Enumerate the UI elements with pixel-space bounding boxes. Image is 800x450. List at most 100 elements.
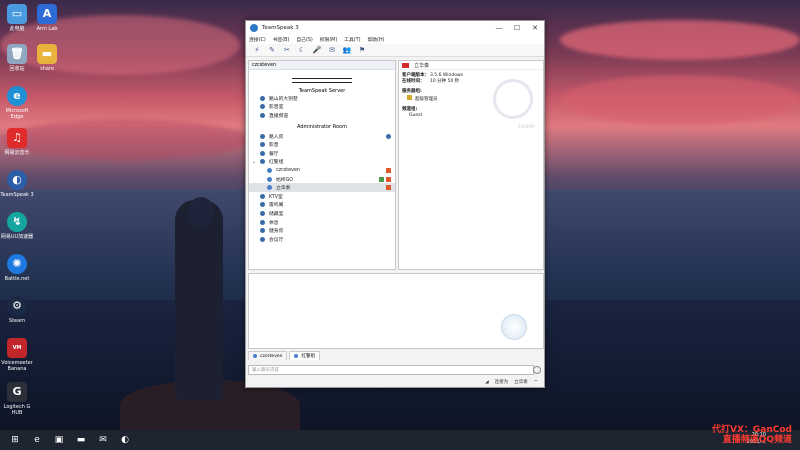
desktop-icon-armlab[interactable]: A Arm Lab xyxy=(30,4,64,32)
channel-row[interactable]: 会议厅 xyxy=(249,235,395,244)
edge-icon[interactable]: e xyxy=(30,433,44,447)
close-icon[interactable]: ✕ xyxy=(526,24,544,32)
desktop-icon-netease-music[interactable]: ♫ 网易云音乐 xyxy=(0,128,34,156)
status-connected-label: 连接为 xyxy=(494,380,509,385)
channel-icon xyxy=(294,354,299,358)
emoji-icon[interactable] xyxy=(533,366,541,374)
channel-row[interactable]: KTV室 xyxy=(249,192,395,201)
user-icon xyxy=(267,167,272,173)
desktop-icon-recycle-bin[interactable]: 🗑 回收站 xyxy=(0,44,34,72)
spacer-admin-room: Administrator Room xyxy=(297,123,347,130)
file-explorer-icon[interactable]: ▬ xyxy=(74,433,88,447)
menu-permissions[interactable]: 权限(M) xyxy=(320,36,337,43)
channel-icon xyxy=(260,112,265,118)
channel-row[interactable]: 路山的大别墅 xyxy=(249,94,395,103)
folder-icon: ▬ xyxy=(37,44,57,64)
signal-icon: ⌔ xyxy=(533,380,538,385)
user-icon xyxy=(267,185,272,191)
minimize-icon[interactable]: — xyxy=(490,24,508,32)
armlab-icon: A xyxy=(37,4,57,24)
channel-icon xyxy=(260,133,265,139)
teamspeak-icon[interactable]: ◐ xyxy=(118,433,132,447)
teamspeak-window: TeamSpeak 3 — ☐ ✕ 连接(C) 书签(B) 自己(S) 权限(M… xyxy=(245,20,545,388)
logitech-icon: G xyxy=(7,382,27,402)
teamspeak-icon xyxy=(250,24,258,32)
computer-icon: ▭ xyxy=(7,4,27,24)
channel-tree[interactable]: czcsteven TeamSpeak Server 路山的大别墅 影音室 直播… xyxy=(248,60,396,270)
title-bar[interactable]: TeamSpeak 3 — ☐ ✕ xyxy=(246,21,544,35)
subscribe-icon[interactable]: ⚑ xyxy=(357,45,367,55)
chat-log[interactable] xyxy=(248,273,544,349)
desktop-icon-battlenet[interactable]: ✺ Battle.net xyxy=(0,254,34,282)
channel-icon xyxy=(260,95,265,101)
user-icon xyxy=(267,176,272,182)
channel-row[interactable]: 餐厅 xyxy=(249,149,395,158)
channel-row[interactable]: 健身房 xyxy=(249,226,395,235)
desktop-icon-share[interactable]: ▬ share xyxy=(30,44,64,72)
edge-icon: e xyxy=(7,86,27,106)
channel-icon xyxy=(260,236,265,242)
channel-row[interactable]: 雷鸣阁 xyxy=(249,201,395,210)
mail-icon[interactable]: ✉ xyxy=(96,433,110,447)
channel-badge-icon xyxy=(386,133,391,139)
teamspeak-icon: ◐ xyxy=(7,170,27,190)
server-icon xyxy=(253,354,257,358)
teamspeak-orb-icon xyxy=(501,314,527,340)
desktop-icon-steam[interactable]: ⚙ Steam xyxy=(0,296,34,324)
channel-row[interactable]: 影音 xyxy=(249,140,395,149)
maximize-icon[interactable]: ☐ xyxy=(508,24,526,32)
connect-icon[interactable]: ⚡ xyxy=(252,45,262,55)
user-row[interactable]: czcsteven xyxy=(249,166,395,175)
chevron-down-icon[interactable]: ⌄ xyxy=(252,159,256,165)
channel-row[interactable]: 路人房 xyxy=(249,132,395,141)
windows-start-icon[interactable]: ⊞ xyxy=(8,433,22,447)
channel-icon xyxy=(260,202,265,208)
desktop-icon-teamspeak[interactable]: ◐ TeamSpeak 3 xyxy=(0,170,34,198)
disconnect-icon[interactable]: ✂ xyxy=(282,45,292,55)
country-flag-icon xyxy=(386,176,391,182)
taskbar: ⊞ e ▣ ▬ ✉ ◐ 20:10 2021/... xyxy=(0,430,800,450)
user-row-selected[interactable]: 立华奏 xyxy=(249,183,395,192)
tab-channel-chat[interactable]: 红警组 xyxy=(289,351,320,360)
channel-row-expanded[interactable]: ⌄ 红警组 xyxy=(249,158,395,167)
menu-bar: 连接(C) 书签(B) 自己(S) 权限(M) 工具(T) 帮助(H) xyxy=(246,35,544,44)
wifi-icon: ◢ xyxy=(485,379,489,385)
store-icon[interactable]: ▣ xyxy=(52,433,66,447)
client-name: 立华奏 xyxy=(414,62,430,69)
tab-server-chat[interactable]: czcsteven xyxy=(248,351,288,360)
channel-row[interactable]: 储藏室 xyxy=(249,209,395,218)
channel-row[interactable]: 影音室 xyxy=(249,103,395,112)
desktop-icon-computer[interactable]: ▭ 此电脑 xyxy=(0,4,34,32)
away-icon[interactable]: ☾ xyxy=(297,45,307,55)
menu-help[interactable]: 帮助(H) xyxy=(367,36,384,43)
teamspeak-logo-text: team xyxy=(517,123,535,130)
channel-row[interactable]: 直播频道 xyxy=(249,111,395,120)
country-flag-icon xyxy=(386,167,391,173)
teamspeak-logo-icon xyxy=(493,79,533,119)
desktop-icon-voicemeeter[interactable]: VM Voicemeeter Banana xyxy=(0,338,34,372)
info-header: 立华奏 xyxy=(399,61,543,70)
menu-connections[interactable]: 连接(C) xyxy=(249,36,266,43)
channel-icon xyxy=(260,142,265,148)
channel-icon xyxy=(260,150,265,156)
channel-icon xyxy=(260,219,265,225)
status-nickname: 立华奏 xyxy=(514,380,528,385)
channel-icon xyxy=(260,210,265,216)
desktop-icon-edge[interactable]: e Microsoft Edge xyxy=(0,86,34,120)
chat-input[interactable]: 输入聊天内容 xyxy=(248,365,534,375)
user-row[interactable]: 始终GO xyxy=(249,175,395,184)
desktop-icon-uu[interactable]: ↯ 网易UU加速器 xyxy=(0,212,34,240)
chat-icon[interactable]: ✉ xyxy=(327,45,337,55)
menu-bookmarks[interactable]: 书签(B) xyxy=(273,36,290,43)
channel-row[interactable]: 休息 xyxy=(249,218,395,227)
recycle-bin-icon: 🗑 xyxy=(7,44,27,64)
mute-mic-icon[interactable]: 🎤 xyxy=(312,45,322,55)
menu-tools[interactable]: 工具(T) xyxy=(344,36,360,43)
bookmark-icon[interactable]: ✎ xyxy=(267,45,277,55)
uu-icon: ↯ xyxy=(7,212,27,232)
channel-icon xyxy=(260,104,265,110)
server-tab[interactable]: czcsteven xyxy=(249,61,395,70)
menu-self[interactable]: 自己(S) xyxy=(296,36,312,43)
contacts-icon[interactable]: 👥 xyxy=(342,45,352,55)
desktop-icon-logitech[interactable]: G Logitech G HUB xyxy=(0,382,34,416)
